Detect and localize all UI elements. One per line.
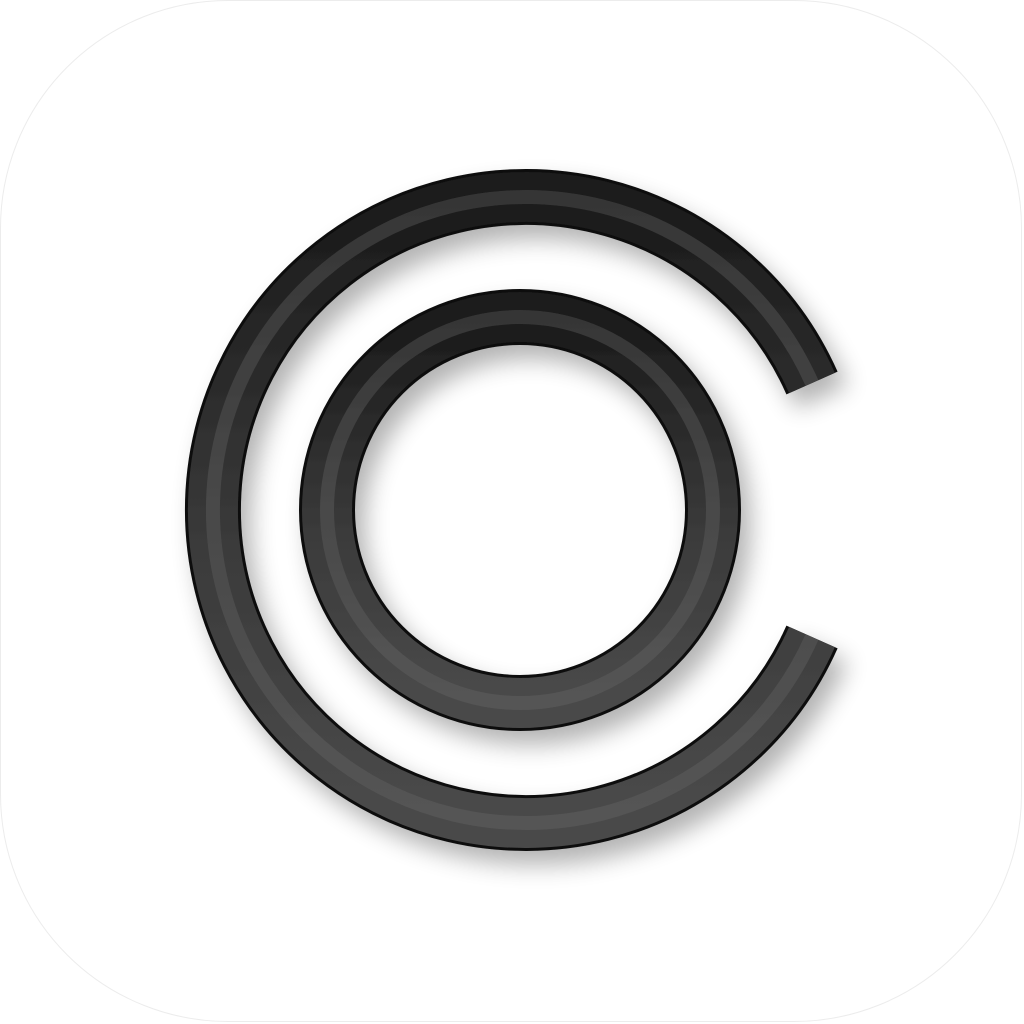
app-icon-canvas (0, 0, 1024, 1024)
inner-ring-highlight (320, 310, 720, 710)
open-c-with-ring-icon (184, 169, 838, 851)
